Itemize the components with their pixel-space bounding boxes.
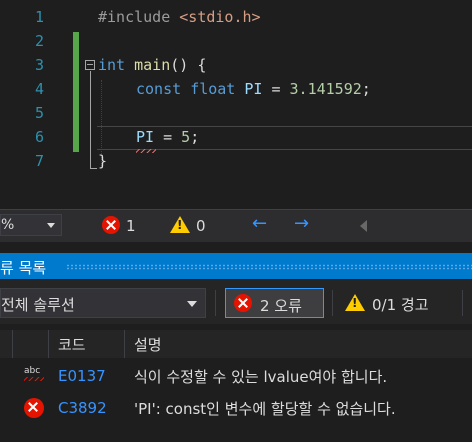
error-list-title-bar[interactable]: 류 목록 xyxy=(0,253,472,279)
column-separator[interactable] xyxy=(124,330,125,358)
scope-value: 전체 솔루션 xyxy=(1,296,75,314)
line-number: 1 xyxy=(34,8,44,26)
error-description: 'PI': const인 변수에 할당할 수 없습니다. xyxy=(134,400,396,418)
column-separator[interactable] xyxy=(48,330,49,358)
warning-icon xyxy=(345,294,365,311)
line-number: 5 xyxy=(34,104,44,122)
line-number: 3 xyxy=(34,56,44,74)
line-number: 4 xyxy=(34,80,44,98)
toolbar-separator xyxy=(332,290,333,316)
warning-count[interactable]: 0 xyxy=(196,217,206,235)
chevron-down-icon xyxy=(187,301,197,307)
panel-title: 류 목록 xyxy=(0,259,47,277)
error-icon xyxy=(234,294,252,312)
warning-icon[interactable] xyxy=(170,216,190,233)
column-separator xyxy=(12,330,13,358)
toolbar-separator xyxy=(462,290,463,316)
error-icon[interactable] xyxy=(102,216,120,234)
error-count[interactable]: 1 xyxy=(126,217,136,235)
editor-status-strip: % 1 0 ← → xyxy=(0,209,472,242)
code-text: ; xyxy=(190,128,200,146)
previous-issue-arrow-icon[interactable]: ← xyxy=(252,213,267,234)
table-row[interactable]: C3892 'PI': const인 변수에 할당할 수 없습니다. xyxy=(0,392,472,424)
error-description: 식이 수정할 수 있는 lvalue여야 합니다. xyxy=(134,368,388,386)
code-line-3[interactable]: int main() { xyxy=(98,56,206,74)
zoom-dropdown[interactable]: % xyxy=(0,214,62,236)
table-row[interactable]: abc E0137 식이 수정할 수 있는 lvalue여야 합니다. xyxy=(0,360,472,392)
error-squiggle xyxy=(136,149,156,153)
code-line-4[interactable]: const float PI = 3.141592; xyxy=(136,80,371,98)
variable-name: PI xyxy=(136,128,155,146)
error-icon xyxy=(24,398,44,418)
scroll-left-icon[interactable] xyxy=(360,220,367,232)
line-number: 7 xyxy=(34,152,44,170)
column-header-description[interactable]: 설명 xyxy=(134,334,162,355)
error-code-link[interactable]: E0137 xyxy=(58,367,106,385)
preprocessor-directive: #include xyxy=(98,8,171,26)
warnings-filter-label: 0/1 경고 xyxy=(372,296,429,314)
errors-filter-label: 2 오류 xyxy=(260,297,302,315)
line-number: 6 xyxy=(34,128,44,146)
const-keyword: const xyxy=(136,80,182,98)
code-text: ; xyxy=(361,80,371,98)
spelling-error-icon: abc xyxy=(24,366,46,384)
collapse-toggle[interactable] xyxy=(85,60,95,70)
code-line-6[interactable]: PI = 5; xyxy=(136,128,199,146)
error-list-toolbar: 전체 솔루션 2 오류 0/1 경고 xyxy=(0,280,472,324)
include-header: <stdio.h> xyxy=(179,8,261,26)
column-header-code[interactable]: 코드 xyxy=(58,334,86,355)
code-text: = xyxy=(262,80,290,98)
zoom-level: % xyxy=(1,217,15,233)
drag-handle[interactable] xyxy=(66,264,472,270)
number-literal: 5 xyxy=(181,128,191,146)
toolbar-separator xyxy=(215,290,216,316)
code-text: () { xyxy=(170,56,207,74)
error-list-header: 코드 설명 xyxy=(0,330,472,358)
scope-dropdown[interactable]: 전체 솔루션 xyxy=(0,288,206,318)
errors-filter-button[interactable]: 2 오류 xyxy=(225,288,324,318)
chevron-down-icon xyxy=(47,223,55,228)
warnings-filter-button[interactable]: 0/1 경고 xyxy=(337,288,451,318)
float-keyword: float xyxy=(190,80,236,98)
change-tracking-bar xyxy=(73,32,79,152)
error-code-link[interactable]: C3892 xyxy=(58,399,107,417)
number-literal: 3.141592 xyxy=(289,80,362,98)
next-issue-arrow-icon[interactable]: → xyxy=(294,213,309,234)
variable-name: PI xyxy=(244,80,263,98)
closing-brace: } xyxy=(98,152,108,170)
outline-line xyxy=(90,71,91,169)
type-keyword: int xyxy=(98,56,126,74)
code-editor[interactable]: 1 2 3 4 5 6 7 #include <stdio.h> int mai… xyxy=(0,0,472,208)
outline-end xyxy=(90,168,97,169)
code-line-1[interactable]: #include <stdio.h> xyxy=(98,8,261,26)
code-line-7[interactable]: } xyxy=(98,152,107,170)
line-number: 2 xyxy=(34,32,44,50)
function-name: main xyxy=(134,56,171,74)
code-text: = xyxy=(154,128,182,146)
